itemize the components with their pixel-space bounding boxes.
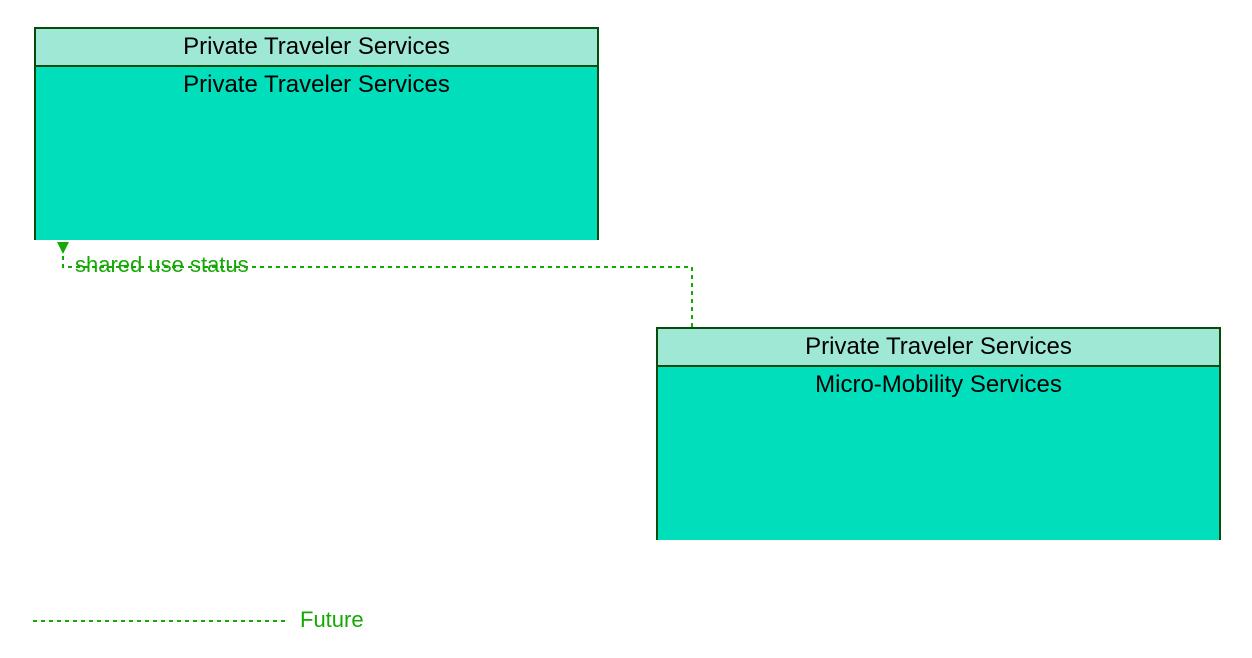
node-body: Micro-Mobility Services	[658, 367, 1219, 540]
legend-label-future: Future	[300, 607, 364, 633]
edge-label-shared-use-status: shared use status	[75, 252, 249, 278]
node-micro-mobility-services[interactable]: Private Traveler Services Micro-Mobility…	[656, 327, 1221, 540]
diagram-canvas: Private Traveler Services Private Travel…	[0, 0, 1252, 658]
node-header: Private Traveler Services	[36, 29, 597, 67]
legend-line-future	[33, 616, 303, 626]
node-private-traveler-services[interactable]: Private Traveler Services Private Travel…	[34, 27, 599, 240]
node-body: Private Traveler Services	[36, 67, 597, 240]
node-header: Private Traveler Services	[658, 329, 1219, 367]
